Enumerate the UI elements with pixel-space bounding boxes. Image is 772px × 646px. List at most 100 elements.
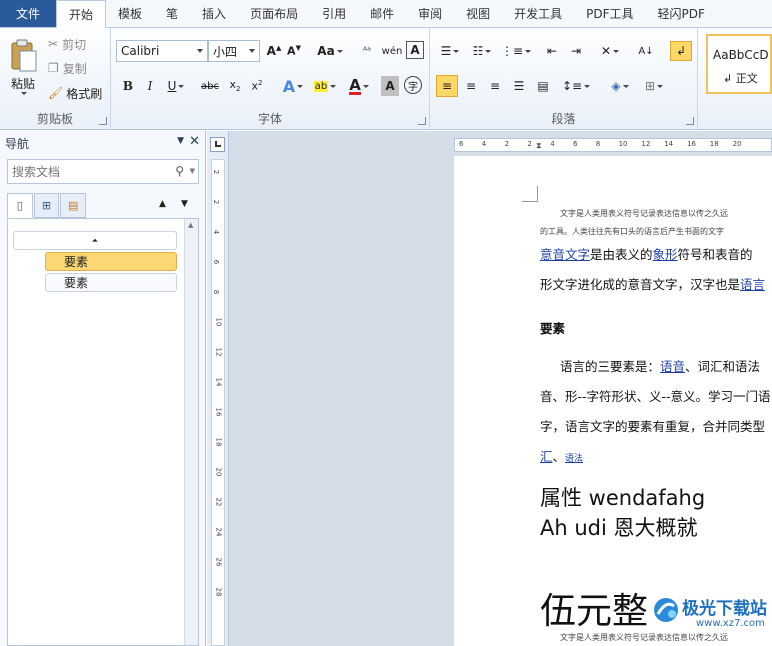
superscript-button[interactable]: x2 xyxy=(247,76,267,96)
headings-view-icon: ▯ xyxy=(16,199,23,212)
close-icon[interactable]: ✕ xyxy=(189,134,200,149)
nav-heading-item[interactable]: 要素 xyxy=(45,252,177,271)
corner-mark xyxy=(522,186,538,202)
document-page[interactable]: 文字是人类用表义符号记录表达信息以传之久远 的工具。人类往往先有口头的语言后产生… xyxy=(454,156,772,646)
nav-scrollbar[interactable]: ▲ xyxy=(184,219,198,645)
doc-link[interactable]: 语言 xyxy=(740,277,765,292)
tab-selector-icon[interactable] xyxy=(210,137,225,152)
nav-heading-item[interactable]: 要素 xyxy=(45,273,177,292)
increase-indent-button[interactable]: ⇥ xyxy=(566,41,586,61)
ruler-tick-label: 2 xyxy=(527,140,532,148)
doc-large-text: 伍元整 xyxy=(540,591,649,632)
clear-format-button[interactable]: ᴬᵃ xyxy=(357,41,377,61)
scroll-up-icon[interactable]: ▲ xyxy=(188,221,193,229)
align-left-button[interactable]: ≡ xyxy=(436,75,458,97)
shrink-font-button[interactable]: A▼ xyxy=(285,41,303,61)
chevron-down-icon[interactable]: ▼ xyxy=(190,167,195,175)
tab-results-view[interactable]: ▤ xyxy=(60,193,87,218)
font-color-button[interactable]: A xyxy=(345,75,373,97)
ruler-tick-label: 2 xyxy=(212,169,221,175)
format-painter-button[interactable]: 🖌 格式刷 xyxy=(48,83,102,103)
highlight-button[interactable]: ab xyxy=(311,75,339,97)
paragraph-launcher-icon[interactable] xyxy=(686,117,694,125)
style-normal[interactable]: AaBbCcD ↲ 正文 xyxy=(706,34,772,94)
horizontal-ruler[interactable]: 6 4 2 2 4 6 8 10 12 14 16 18 20 ⧗ xyxy=(454,138,772,152)
doc-line: 字，语言文字的要素有重复，合并同类型 xyxy=(540,419,766,434)
tab-insert[interactable]: 插入 xyxy=(190,0,238,27)
font-size-value: 小四 xyxy=(213,44,238,59)
doc-big-text: 属性 wendafahg xyxy=(540,486,706,510)
numbering-button[interactable]: ☷ xyxy=(468,41,496,61)
borders-icon: ⊞ xyxy=(644,79,656,93)
font-launcher-icon[interactable] xyxy=(418,117,426,125)
phonetic-guide-button[interactable]: wén xyxy=(381,41,403,61)
char-shading-button[interactable]: A xyxy=(381,76,399,96)
font-size-combo[interactable]: 小四 xyxy=(208,40,260,62)
shading-button[interactable]: ◈ xyxy=(606,75,634,97)
change-case-button[interactable]: Aa xyxy=(317,41,343,61)
asian-layout-button[interactable]: ✕ xyxy=(596,41,624,61)
highlight-icon: ab xyxy=(313,80,329,92)
ruler-tick-label: 4 xyxy=(212,229,221,235)
tab-mailings[interactable]: 邮件 xyxy=(358,0,406,27)
next-result-icon[interactable]: ▼ xyxy=(181,199,188,209)
tab-file[interactable]: 文件 xyxy=(0,0,56,27)
sort-button[interactable]: A↓ xyxy=(636,41,656,61)
clipboard-launcher-icon[interactable] xyxy=(99,117,107,125)
bullets-button[interactable]: ☰ xyxy=(436,41,464,61)
align-center-icon: ≡ xyxy=(465,79,477,93)
paste-button[interactable]: 粘贴 xyxy=(4,32,42,102)
doc-link[interactable]: 语法 xyxy=(565,454,583,464)
bold-button[interactable]: B xyxy=(119,76,137,96)
text-effect-button[interactable]: A xyxy=(279,75,307,97)
doc-link[interactable]: 象形 xyxy=(653,247,678,262)
doc-link[interactable]: 意音文字 xyxy=(540,247,590,262)
multilevel-list-button[interactable]: ⋮≡ xyxy=(501,41,532,61)
distributed-icon: ▤ xyxy=(537,79,549,93)
indent-marker-icon[interactable]: ⧗ xyxy=(536,141,542,151)
font-name-combo[interactable]: Calibri xyxy=(116,40,208,62)
cut-button[interactable]: ✂ 剪切 xyxy=(48,34,86,54)
distributed-button[interactable]: ▤ xyxy=(532,75,554,97)
collapse-all-bar[interactable]: ⏶ xyxy=(13,231,177,250)
tab-references[interactable]: 引用 xyxy=(310,0,358,27)
line-spacing-button[interactable]: ↕≡ xyxy=(562,75,591,97)
doc-link[interactable]: 汇 xyxy=(540,449,553,464)
tab-view[interactable]: 视图 xyxy=(454,0,502,27)
tab-review[interactable]: 审阅 xyxy=(406,0,454,27)
vertical-ruler[interactable]: 2 2 4 6 8 10 12 14 16 18 20 22 24 26 28 xyxy=(207,131,229,646)
decrease-indent-button[interactable]: ⇤ xyxy=(542,41,562,61)
tab-page-layout[interactable]: 页面布局 xyxy=(238,0,310,27)
tab-pdf-tools[interactable]: PDF工具 xyxy=(574,0,645,27)
ruler-tick-label: 18 xyxy=(709,140,719,148)
copy-button[interactable]: ❐ 复制 xyxy=(48,58,87,78)
pages-view-icon: ⊞ xyxy=(41,199,52,212)
previous-result-icon[interactable]: ▲ xyxy=(159,199,166,209)
tab-pages-view[interactable]: ⊞ xyxy=(33,193,60,218)
strikethrough-button[interactable]: abc xyxy=(199,76,221,96)
search-document-input[interactable]: 搜索文档 ⚲ ▼ xyxy=(7,159,199,184)
tab-home[interactable]: 开始 xyxy=(56,0,107,28)
tab-template[interactable]: 模板 xyxy=(106,0,154,27)
tab-developer[interactable]: 开发工具 xyxy=(502,0,574,27)
ruler-tick-label: 4 xyxy=(481,140,487,148)
show-marks-button[interactable]: ↲ xyxy=(670,41,692,61)
underline-button[interactable]: U xyxy=(163,76,189,96)
align-center-button[interactable]: ≡ xyxy=(460,75,482,97)
tab-headings-view[interactable]: ▯ xyxy=(7,193,33,218)
tab-light-pdf[interactable]: 轻闪PDF xyxy=(646,0,717,27)
doc-link[interactable]: 语音 xyxy=(660,359,685,374)
grow-font-button[interactable]: A▲ xyxy=(265,41,283,61)
enclose-char-button[interactable]: 字 xyxy=(404,76,422,94)
borders-button[interactable]: ⊞ xyxy=(640,75,668,97)
search-icon[interactable]: ⚲ xyxy=(175,164,184,178)
chevron-down-icon xyxy=(330,84,337,88)
char-border-button[interactable]: A xyxy=(406,41,424,59)
tab-pen[interactable]: 笔 xyxy=(154,0,190,27)
align-right-button[interactable]: ≡ xyxy=(484,75,506,97)
pane-options-icon[interactable]: ▼ xyxy=(177,136,184,146)
subscript-button[interactable]: x2 xyxy=(225,76,245,96)
italic-button[interactable]: I xyxy=(141,76,159,96)
justify-button[interactable]: ☰ xyxy=(508,75,530,97)
ruler-tick-label: 12 xyxy=(214,347,223,357)
